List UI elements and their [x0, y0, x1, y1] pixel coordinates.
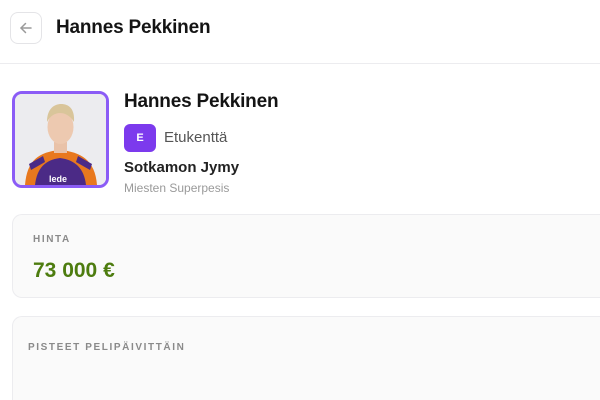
points-per-gameday-card: PISTEET PELIPÄIVITTÄIN: [12, 316, 600, 400]
player-profile: lede Hannes Pekkinen E Etukenttä Sotkamo…: [12, 91, 592, 201]
price-value: 73 000 €: [33, 259, 115, 282]
position-label: Etukenttä: [164, 129, 228, 146]
arrow-left-icon: [20, 22, 32, 34]
top-bar: Hannes Pekkinen: [0, 0, 600, 64]
jersey-logo-text: lede: [49, 174, 67, 184]
player-photo: lede: [15, 94, 106, 185]
page-title: Hannes Pekkinen: [56, 17, 211, 38]
player-avatar: lede: [12, 91, 109, 188]
price-label: HINTA: [33, 234, 71, 245]
league-name: Miesten Superpesis: [124, 181, 230, 195]
back-button[interactable]: [10, 12, 42, 44]
position-badge: E: [124, 124, 156, 152]
player-name: Hannes Pekkinen: [124, 91, 279, 112]
price-card: HINTA 73 000 €: [12, 214, 600, 298]
team-name: Sotkamon Jymy: [124, 159, 240, 176]
points-label: PISTEET PELIPÄIVITTÄIN: [28, 342, 186, 353]
